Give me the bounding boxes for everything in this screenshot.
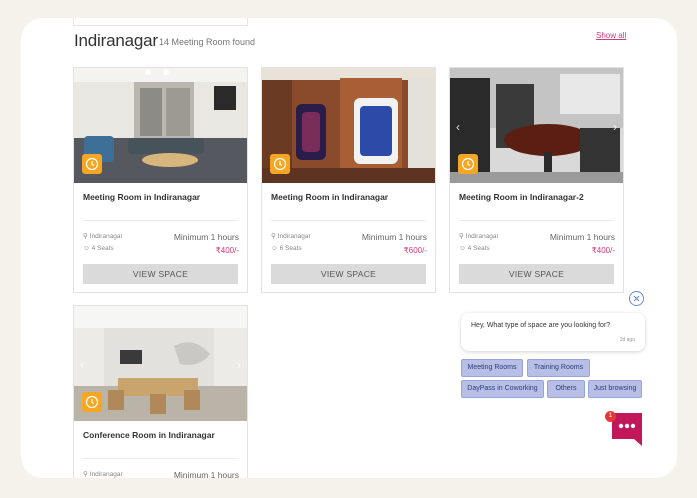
card-divider xyxy=(83,458,238,459)
space-name: Meeting Room in Indiranagar xyxy=(83,192,201,202)
space-card[interactable]: Meeting Room in Indiranagar ⚲ Indiranagar… xyxy=(73,67,248,293)
space-name: Meeting Room in Indiranagar-2 xyxy=(459,192,584,202)
user-icon: ☺ xyxy=(459,245,466,252)
clock-badge-icon xyxy=(270,154,290,174)
view-space-button[interactable]: VIEW SPACE xyxy=(83,264,238,284)
chat-close-button[interactable] xyxy=(629,291,644,306)
space-card[interactable]: Meeting Room in Indiranagar ⚲ Indiranagar… xyxy=(261,67,436,293)
seats-text: 4 Seats xyxy=(91,245,114,252)
user-icon: ☺ xyxy=(271,245,278,252)
location-text: Indiranagar xyxy=(277,232,311,240)
seats-text: 4 Seats xyxy=(467,245,490,252)
location-text: Indiranagar xyxy=(89,232,123,240)
seats: ☺ 4 Seats xyxy=(83,245,114,252)
chat-message-time: 2d ago xyxy=(619,337,635,343)
pin-icon: ⚲ xyxy=(83,471,88,478)
prev-arrow-icon[interactable]: ‹ xyxy=(456,120,460,134)
card-divider xyxy=(83,220,238,221)
page-frame: Indiranagar 14 Meeting Room found Show a… xyxy=(21,18,677,478)
show-all-link[interactable]: Show all xyxy=(596,31,626,40)
view-space-button[interactable]: VIEW SPACE xyxy=(271,264,426,284)
location: ⚲ Indiranagar xyxy=(83,232,123,241)
chat-message-bubble: Hey, What type of space are you looking … xyxy=(461,313,645,351)
card-divider xyxy=(271,220,426,221)
pin-icon: ⚲ xyxy=(83,233,88,240)
space-name: Meeting Room in Indiranagar xyxy=(271,192,389,202)
section-title: Indiranagar xyxy=(74,31,158,50)
price: ₹400/- xyxy=(591,246,615,255)
prev-arrow-icon[interactable]: ‹ xyxy=(80,358,84,372)
location: ⚲ Indiranagar xyxy=(83,470,123,479)
chat-option-meeting-rooms[interactable]: Meeting Rooms xyxy=(461,359,523,377)
clock-badge-icon xyxy=(82,392,102,412)
clock-badge-icon xyxy=(82,154,102,174)
price: ₹400/- xyxy=(215,246,239,255)
minimum-hours: Minimum 1 hours xyxy=(173,232,239,242)
chat-option-others[interactable]: Others xyxy=(547,380,585,398)
chat-option-training-rooms[interactable]: Training Rooms xyxy=(527,359,590,377)
card-divider xyxy=(459,220,614,221)
space-card[interactable]: ‹ › Meeting Room in Indiranagar-2 ⚲ Indir… xyxy=(449,67,624,293)
location: ⚲ Indiranagar xyxy=(459,232,499,241)
previous-card-edge xyxy=(73,18,248,26)
minimum-hours: Minimum 1 hours xyxy=(361,232,427,242)
close-icon xyxy=(633,295,640,302)
user-icon: ☺ xyxy=(83,245,90,252)
chat-option-just-browsing[interactable]: Just browsing xyxy=(588,380,642,398)
next-arrow-icon[interactable]: › xyxy=(237,358,241,372)
minimum-hours: Minimum 1 hours xyxy=(549,232,615,242)
pin-icon: ⚲ xyxy=(459,233,464,240)
location: ⚲ Indiranagar xyxy=(271,232,311,241)
space-card[interactable]: ‹ › Conference Room in Indiranagar ⚲ Indi… xyxy=(73,305,248,478)
location-text: Indiranagar xyxy=(465,232,499,240)
seats: ☺ 4 Seats xyxy=(459,245,490,252)
chat-option-daypass[interactable]: DayPass in Coworking xyxy=(461,380,544,398)
result-count: 14 Meeting Room found xyxy=(159,37,256,47)
notification-badge: 1 xyxy=(605,411,616,422)
space-name: Conference Room in Indiranagar xyxy=(83,430,215,440)
seats-text: 6 Seats xyxy=(279,245,302,252)
view-space-button[interactable]: VIEW SPACE xyxy=(459,264,614,284)
minimum-hours: Minimum 1 hours xyxy=(173,470,239,478)
price: ₹600/- xyxy=(403,246,427,255)
clock-badge-icon xyxy=(458,154,478,174)
seats: ☺ 6 Seats xyxy=(271,245,302,252)
location-text: Indiranagar xyxy=(89,470,123,478)
pin-icon: ⚲ xyxy=(271,233,276,240)
next-arrow-icon[interactable]: › xyxy=(613,120,617,134)
chat-launcher-icon[interactable] xyxy=(612,413,642,446)
chat-message-text: Hey, What type of space are you looking … xyxy=(471,322,611,329)
